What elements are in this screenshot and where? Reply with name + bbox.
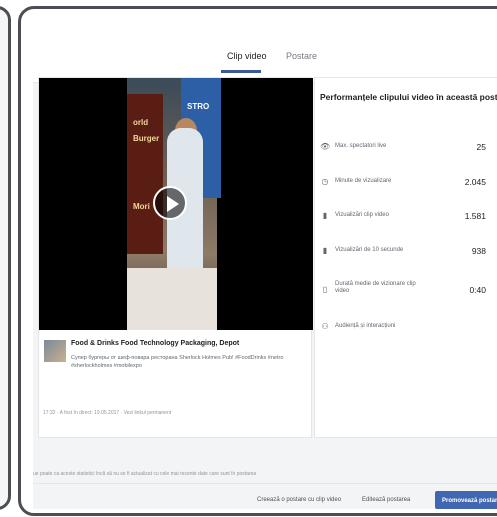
boost-post-button[interactable]: Promovează postarea: [435, 491, 497, 509]
divider: [33, 483, 497, 484]
page-avatar[interactable]: [44, 340, 66, 362]
metric-value: 1.581: [464, 211, 486, 221]
left-device-frame: [0, 6, 11, 510]
metric-value: 0:40: [469, 285, 486, 295]
video-description: Супер бургеры от шеф-повара ресторана Sh…: [71, 355, 284, 369]
performance-title: Performanțele clipului video în această …: [320, 92, 497, 102]
metric-label: Durată medie de vizionare clip video: [335, 281, 416, 294]
video-info: Food & Drinks Food Technology Packaging,…: [39, 330, 313, 439]
scene-text: orld: [133, 118, 149, 127]
eye-icon: 👁: [320, 142, 331, 151]
scene-text: Burger: [133, 134, 160, 143]
metric-label: Vizualizări de 10 secunde: [335, 247, 404, 253]
metric-label: Max. spectatori live: [335, 143, 387, 149]
bar-chart-icon: ▮: [322, 246, 328, 255]
dialog-body: Clip video Postare orld Burger Mori STRO: [33, 29, 497, 509]
metric-label: Vizualizări clip video: [335, 212, 389, 218]
duration-icon: ▯: [322, 285, 328, 294]
tab-postare[interactable]: Postare: [286, 51, 317, 61]
video-player[interactable]: orld Burger Mori STRO: [39, 78, 313, 330]
metric-value: 25: [476, 142, 486, 152]
video-card: orld Burger Mori STRO Food & Drinks Food…: [38, 77, 313, 439]
create-post-button[interactable]: Creează o postare cu clip video: [251, 491, 347, 509]
metric-label: Minute de vizualizare: [335, 178, 392, 184]
tab-clip-video[interactable]: Clip video: [227, 51, 267, 61]
footer-note: ue poate ca aceste statistici încă să nu…: [33, 471, 257, 477]
metric-value: 938: [471, 246, 486, 256]
scene-text: STRO: [187, 102, 210, 111]
metric-row: ◷ Minute de vizualizare 2.045: [320, 173, 497, 193]
metric-value: 2.045: [464, 177, 486, 187]
metric-row: ▮ Vizualizări de 10 secunde 938: [320, 242, 497, 262]
metric-row: 👁 Max. spectatori live 25: [320, 138, 497, 158]
video-meta[interactable]: 17:32 · A fost în direct: 19.05.2017 · V…: [43, 410, 171, 416]
table-surface: [127, 268, 217, 330]
device-frame: Clip video Postare orld Burger Mori STRO: [18, 6, 497, 516]
audience-icon: ⚇: [321, 322, 329, 331]
edit-post-button[interactable]: Editează postarea: [356, 491, 416, 509]
active-tab-indicator: [221, 70, 261, 73]
play-icon[interactable]: [153, 186, 187, 220]
metric-row: ▯ Durată medie de vizionare clip video 0…: [320, 276, 497, 306]
scene-text: Mori: [133, 202, 150, 211]
tab-bar: Clip video Postare: [33, 29, 497, 83]
video-title[interactable]: Food & Drinks Food Technology Packaging,…: [71, 340, 239, 347]
performance-panel: Performanțele clipului video în această …: [314, 77, 497, 438]
metric-label[interactable]: Audiență și interacțiuni: [335, 323, 395, 330]
metric-row[interactable]: ⚇ Audiență și interacțiuni: [320, 318, 497, 338]
bar-chart-icon: ▮: [322, 211, 328, 220]
clock-icon: ◷: [321, 177, 329, 186]
metric-row: ▮ Vizualizări clip video 1.581: [320, 207, 497, 227]
